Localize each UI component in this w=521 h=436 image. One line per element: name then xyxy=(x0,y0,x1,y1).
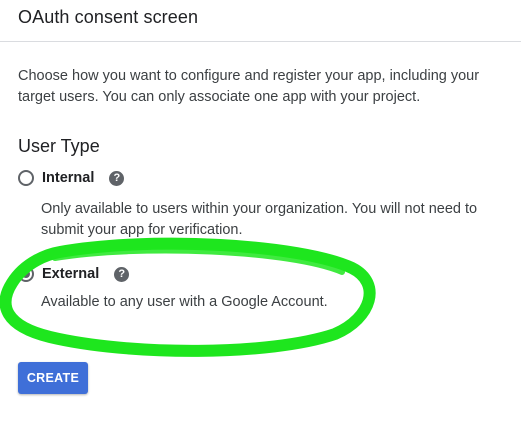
page-header: OAuth consent screen xyxy=(0,0,521,42)
intro-text: Choose how you want to configure and reg… xyxy=(18,68,480,105)
oauth-consent-page: OAuth consent screen Choose how you want… xyxy=(0,0,521,436)
user-type-external-option[interactable]: External ? xyxy=(18,266,130,282)
help-icon[interactable]: ? xyxy=(109,170,125,186)
page-title: OAuth consent screen xyxy=(18,7,199,27)
help-icon[interactable]: ? xyxy=(114,266,130,282)
external-description: Available to any user with a Google Acco… xyxy=(41,294,328,310)
external-radio[interactable] xyxy=(18,266,34,282)
internal-description: Only available to users within your orga… xyxy=(41,201,478,238)
internal-label: Internal xyxy=(42,170,95,186)
external-label: External xyxy=(42,266,100,282)
create-button[interactable]: CREATE xyxy=(18,362,88,394)
user-type-internal-option[interactable]: Internal ? xyxy=(18,170,125,186)
internal-radio[interactable] xyxy=(18,170,34,186)
user-type-heading: User Type xyxy=(18,136,100,156)
